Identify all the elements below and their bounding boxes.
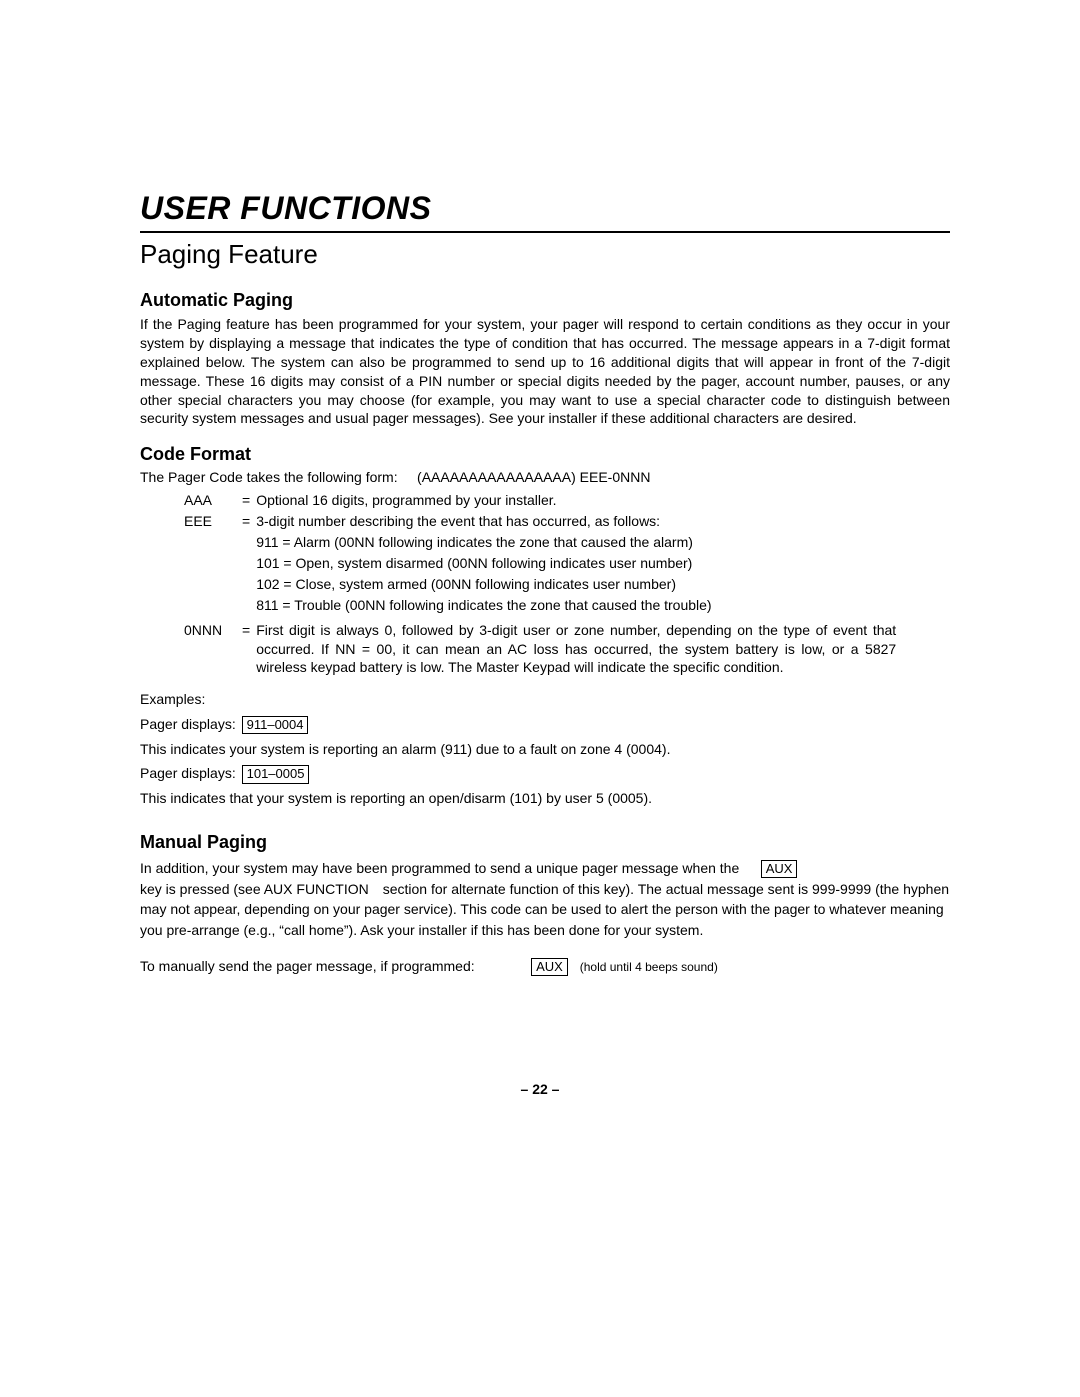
table-row: 911 = Alarm (00NN following indicates th… [184, 533, 900, 554]
page-subtitle: Paging Feature [140, 239, 950, 270]
examples-block: Examples: Pager displays: 911–0004 This … [140, 689, 950, 809]
code-form-pattern: (AAAAAAAAAAAAAAAA) EEE-0NNN [417, 469, 650, 485]
def-label-0nnn: 0NNN [184, 617, 236, 680]
manual-row-intro: To manually send the pager message, if p… [140, 958, 475, 974]
page-title: USER FUNCTIONS [140, 190, 950, 227]
manual-p1-pre: In addition, your system may have been p… [140, 860, 739, 876]
section-heading-code-format: Code Format [140, 444, 950, 465]
examples-label: Examples: [140, 689, 950, 711]
pager-code-box: 911–0004 [242, 716, 309, 734]
eee-line-3: 811 = Trouble (00NN following indicates … [256, 596, 900, 617]
automatic-paging-body: If the Paging feature has been programme… [140, 315, 950, 428]
table-row: AAA = Optional 16 digits, programmed by … [184, 491, 900, 512]
manual-paging-body: In addition, your system may have been p… [140, 857, 950, 940]
manual-p1-post: key is pressed (see AUX FUNCTION section… [140, 881, 949, 938]
document-page: USER FUNCTIONS Paging Feature Automatic … [0, 0, 1080, 1397]
table-row: 811 = Trouble (00NN following indicates … [184, 596, 900, 617]
eee-line-1: 101 = Open, system disarmed (00NN follow… [256, 554, 900, 575]
example-2-desc: This indicates that your system is repor… [140, 788, 950, 810]
code-form-intro: The Pager Code takes the following form: [140, 469, 398, 485]
example-1-desc: This indicates your system is reporting … [140, 739, 950, 761]
section-heading-automatic: Automatic Paging [140, 290, 950, 311]
def-eee: 3-digit number describing the event that… [256, 512, 900, 533]
equals-sign: = [236, 491, 256, 512]
eee-line-2: 102 = Close, system armed (00NN followin… [256, 575, 900, 596]
manual-send-row: To manually send the pager message, if p… [140, 958, 950, 976]
page-number: – 22 – [0, 1081, 1080, 1097]
table-row: 101 = Open, system disarmed (00NN follow… [184, 554, 900, 575]
def-label-aaa: AAA [184, 491, 236, 512]
title-divider [140, 231, 950, 233]
code-definitions-table: AAA = Optional 16 digits, programmed by … [184, 491, 900, 679]
equals-sign: = [236, 617, 256, 680]
example-1-pager-line: Pager displays: 911–0004 [140, 714, 950, 736]
def-label-eee: EEE [184, 512, 236, 533]
pager-code-box: 101–0005 [242, 765, 310, 783]
def-aaa: Optional 16 digits, programmed by your i… [256, 491, 900, 512]
table-row: EEE = 3-digit number describing the even… [184, 512, 900, 533]
code-form-line: The Pager Code takes the following form:… [140, 469, 950, 485]
example-2-pager-line: Pager displays: 101–0005 [140, 763, 950, 785]
eee-line-0: 911 = Alarm (00NN following indicates th… [256, 533, 900, 554]
pager-displays-label: Pager displays: [140, 765, 236, 781]
section-heading-manual: Manual Paging [140, 832, 950, 853]
table-row: 102 = Close, system armed (00NN followin… [184, 575, 900, 596]
pager-displays-label: Pager displays: [140, 716, 236, 732]
aux-key-box: AUX [531, 958, 568, 976]
table-row: 0NNN = First digit is always 0, followed… [184, 617, 900, 680]
hold-instruction: (hold until 4 beeps sound) [580, 960, 718, 974]
aux-key-box: AUX [761, 860, 798, 878]
equals-sign: = [236, 512, 256, 533]
def-0nnn: First digit is always 0, followed by 3-d… [256, 617, 900, 680]
